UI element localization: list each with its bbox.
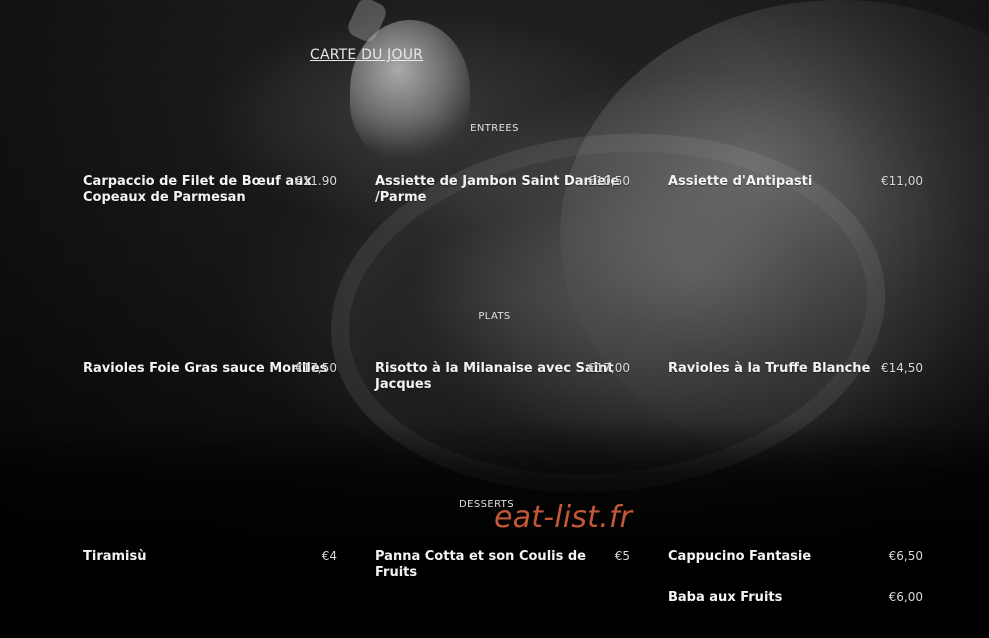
menu-price-baba: €6,00 [888,590,923,604]
menu-price-panna-cotta: €5 [614,549,630,563]
watermark-text: eat-list.fr [494,500,633,535]
menu-price-ravioles-truffe: €14,50 [881,361,923,375]
menu-price-carpaccio: €11.90 [295,174,337,188]
section-title-entrees: ENTREES [470,123,519,134]
section-title-plats: PLATS [478,311,511,322]
menu-price-ravioles-foie-gras: €17,50 [295,361,337,375]
section-title-desserts: DESSERTS [459,499,514,510]
menu-price-risotto: €17,00 [588,361,630,375]
carte-du-jour-link[interactable]: CARTE DU JOUR [310,47,423,63]
menu-price-antipasti: €11,00 [881,174,923,188]
menu-price-jambon: €10,50 [588,174,630,188]
menu-price-tiramisu: €4 [321,549,337,563]
menu-price-cappucino: €6,50 [888,549,923,563]
